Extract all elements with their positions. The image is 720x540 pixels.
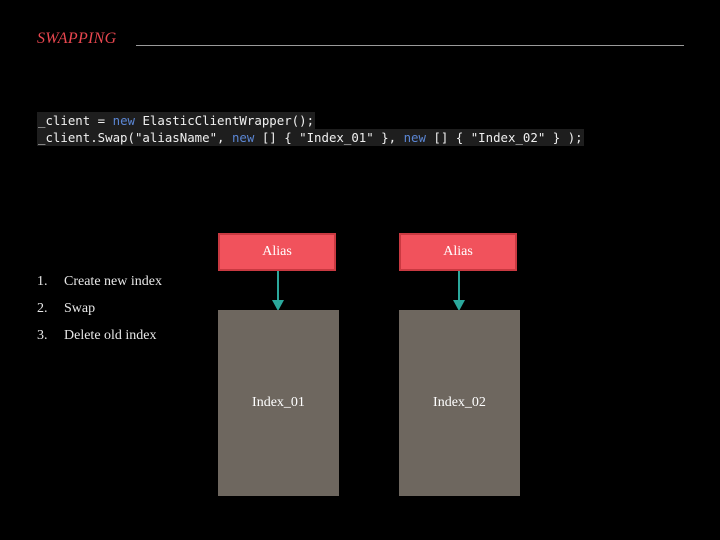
code-text: [] { "Index_01" }, bbox=[254, 130, 404, 145]
code-line-1: _client = new ElasticClientWrapper(); bbox=[37, 112, 316, 129]
step-text: Create new index bbox=[64, 274, 162, 289]
step-number: 1. bbox=[37, 274, 48, 289]
title-divider bbox=[136, 45, 684, 46]
code-keyword: new bbox=[231, 130, 255, 145]
alias-box-left: Alias bbox=[218, 233, 336, 271]
code-text: _client = bbox=[38, 113, 113, 128]
code-text: ElasticClientWrapper(); bbox=[135, 113, 315, 128]
code-keyword: new bbox=[112, 113, 135, 128]
step-text: Swap bbox=[64, 301, 96, 316]
alias-box-right: Alias bbox=[399, 233, 517, 271]
code-line-2: _client.Swap("aliasName", new [] { "Inde… bbox=[37, 129, 584, 146]
code-text: _client.Swap("aliasName", bbox=[38, 130, 232, 145]
code-snippet: _client = new ElasticClientWrapper(); _c… bbox=[37, 112, 584, 146]
code-keyword: new bbox=[403, 130, 426, 145]
arrow-down-icon bbox=[272, 271, 284, 311]
arrow-down-icon bbox=[453, 271, 465, 311]
step-text: Delete old index bbox=[64, 328, 157, 343]
code-text: [] { "Index_02" } ); bbox=[425, 130, 583, 145]
slide: SWAPPING _client = new ElasticClientWrap… bbox=[0, 0, 720, 540]
step-number: 3. bbox=[37, 328, 48, 343]
index-box-right: Index_02 bbox=[399, 310, 520, 496]
slide-title: SWAPPING bbox=[37, 30, 117, 47]
step-number: 2. bbox=[37, 301, 48, 316]
index-box-left: Index_01 bbox=[218, 310, 339, 496]
